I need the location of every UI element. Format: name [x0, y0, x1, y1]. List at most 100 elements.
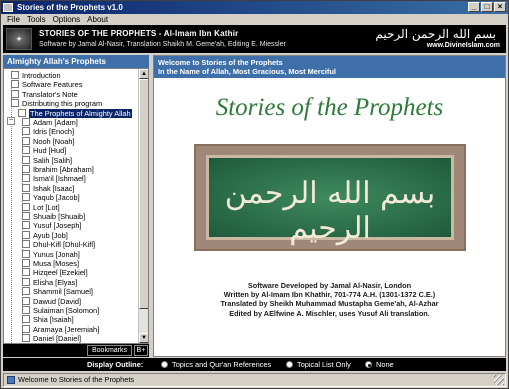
- tree-item-prophets-group[interactable]: The Prophets of Almighty Allah: [18, 108, 132, 118]
- content-panel: Welcome to Stories of the Prophets In th…: [153, 55, 506, 357]
- page-icon: [22, 118, 30, 127]
- calligraphy-panel: بسم الله الرحمن الرحيم: [206, 155, 454, 246]
- tree-item-prophet[interactable]: Yunus [Jonah]: [22, 250, 80, 259]
- menu-about[interactable]: About: [87, 14, 108, 25]
- outline-option-topical-list[interactable]: Topical List Only: [286, 358, 351, 371]
- tree-guide-line: [11, 73, 12, 343]
- tree-item-label: Sulaiman [Solomon]: [33, 306, 100, 315]
- page-icon: [11, 80, 19, 89]
- option-label: Topical List Only: [297, 360, 351, 369]
- add-bookmark-button[interactable]: B+: [134, 345, 148, 356]
- tree-item-prophet[interactable]: Nooh [Noah]: [22, 137, 75, 146]
- tree-item-label: Isma'il [Ishmael]: [33, 174, 86, 184]
- tree-item-prophet[interactable]: Hizqeel [Ezekiel]: [22, 268, 88, 277]
- tree-item-label: Yusuf [Joseph]: [33, 221, 82, 231]
- maximize-button[interactable]: □: [481, 2, 493, 12]
- tree-item-prophet[interactable]: Salih [Salih]: [22, 156, 72, 165]
- tree-item-prophet[interactable]: Ishak [Isaac]: [22, 184, 75, 193]
- page-icon: [22, 287, 30, 296]
- tree-item-prophet[interactable]: Ayub [Job]: [22, 231, 68, 240]
- menu-tools[interactable]: Tools: [27, 14, 46, 25]
- tree-item-prophet[interactable]: Shia [Isaiah]: [22, 315, 74, 324]
- tree-item-prophet[interactable]: Yusuf [Joseph]: [22, 221, 81, 230]
- page-icon: [11, 99, 19, 108]
- page-title: Stories of the Prophets: [215, 94, 444, 121]
- tree-item-intro[interactable]: Software Features: [11, 80, 82, 89]
- tree-item-label: Ishak [Isaac]: [33, 183, 75, 193]
- outline-option-topics-quran[interactable]: Topics and Qur'an References: [161, 358, 271, 371]
- tree-item-label: Translator's Note: [22, 89, 78, 99]
- tree-item-prophet[interactable]: Lot [Lot]: [22, 203, 60, 212]
- app-header: ✦ STORIES OF THE PROPHETS - Al-Imam Ibn …: [3, 25, 506, 53]
- tree-item-prophet[interactable]: Elisha [Elyas]: [22, 278, 77, 287]
- calligraphy-artwork: بسم الله الرحمن الرحيم: [194, 144, 466, 251]
- page-icon: [22, 268, 30, 277]
- credit-line: Edited by AElfwine A. Mischler, uses Yus…: [229, 308, 430, 318]
- menu-options[interactable]: Options: [53, 14, 81, 25]
- sidebar-heading: Almighty Allah's Prophets: [3, 55, 149, 68]
- page-icon: [22, 165, 30, 174]
- credit-line: Translated by Sheikh Muhammad Mustapha G…: [220, 299, 439, 309]
- display-outline-bar: Display Outline: Topics and Qur'an Refer…: [3, 358, 506, 371]
- title-bar[interactable]: Stories of the Prophets v1.0 _ □ ×: [1, 1, 508, 14]
- radio-topical-list[interactable]: [286, 361, 293, 368]
- option-label: None: [376, 360, 394, 369]
- header-website[interactable]: www.DivineIslam.com: [427, 42, 500, 49]
- tree-item-label: Dhul-Kifl [Dhul-Kifl]: [33, 240, 96, 250]
- tree-item-prophet[interactable]: Adam [Adam]: [22, 118, 78, 127]
- outline-option-none[interactable]: None: [365, 358, 394, 371]
- tree-item-label: Hizqeel [Ezekiel]: [33, 268, 88, 278]
- tree-item-intro[interactable]: Distributing this program: [11, 99, 102, 108]
- menu-file[interactable]: File: [7, 14, 20, 25]
- tree-item-label: Elisha [Elyas]: [33, 277, 78, 287]
- collapse-icon[interactable]: −: [7, 117, 15, 125]
- tree-item-label: Salih [Salih]: [33, 155, 73, 165]
- radio-topics-quran[interactable]: [161, 361, 168, 368]
- header-title: STORIES OF THE PROPHETS - Al-Imam Ibn Ka…: [39, 29, 239, 38]
- status-text: Welcome to Stories of the Prophets: [18, 375, 135, 384]
- header-subtitle: Software by Jamal Al-Nasir, Translation …: [39, 41, 286, 48]
- credit-line: Written by Al-Imam Ibn Khathir, 701-774 …: [223, 290, 436, 300]
- tree-item-prophet[interactable]: Idris [Enoch]: [22, 127, 74, 136]
- tree-item-prophet[interactable]: Musa [Moses]: [22, 259, 79, 268]
- book-icon: [18, 108, 26, 117]
- option-label: Topics and Qur'an References: [172, 360, 272, 369]
- scroll-down-icon[interactable]: ▼: [139, 333, 148, 343]
- tree-item-prophet[interactable]: Aramaya [Jeremiah]: [22, 325, 99, 334]
- tree-item-label: The Prophets of Almighty Allah: [29, 108, 132, 118]
- scroll-up-icon[interactable]: ▲: [139, 69, 148, 79]
- tree-item-prophet[interactable]: Dawud [David]: [22, 297, 81, 306]
- tree-item-label: Ibrahim [Abraham]: [33, 165, 94, 174]
- tree-item-prophet[interactable]: Shammil [Samuel]: [22, 287, 93, 296]
- scroll-thumb[interactable]: [139, 79, 148, 309]
- tree-item-prophet[interactable]: Shuaib [Shuaib]: [22, 212, 85, 221]
- page-icon: [22, 212, 30, 221]
- tree-item-prophet[interactable]: Hud [Hud]: [22, 146, 66, 155]
- tree-item-prophet[interactable]: Sulaiman [Solomon]: [22, 306, 99, 315]
- tree-item-prophet[interactable]: Ibrahim [Abraham]: [22, 165, 94, 174]
- close-button[interactable]: ×: [494, 2, 506, 12]
- display-outline-label: Display Outline:: [87, 360, 144, 369]
- radio-none[interactable]: [365, 361, 372, 368]
- tree-item-prophet[interactable]: Daniel [Daniel]: [22, 334, 81, 343]
- tree-item-intro[interactable]: Translator's Note: [11, 90, 78, 99]
- resize-grip-icon[interactable]: [494, 375, 504, 385]
- tree-item-label: Musa [Moses]: [33, 259, 80, 268]
- sidebar: Almighty Allah's Prophets − ▲ ▼ Introduc…: [3, 55, 149, 357]
- tree-item-prophet[interactable]: Dhul-Kifl [Dhul-Kifl]: [22, 240, 95, 249]
- page-icon: [22, 334, 30, 343]
- tree-item-prophet[interactable]: Yaqub [Jacob]: [22, 193, 80, 202]
- window-controls: _ □ ×: [468, 2, 506, 12]
- tree-item-label: Introduction: [22, 71, 61, 80]
- page-icon: [22, 155, 30, 164]
- tree-item-label: Adam [Adam]: [33, 118, 78, 127]
- minimize-button[interactable]: _: [468, 2, 480, 12]
- app-icon[interactable]: [3, 3, 13, 12]
- tree-item-label: Lot [Lot]: [33, 202, 60, 212]
- prophet-tree[interactable]: − ▲ ▼ Introduction Software Features Trans…: [3, 68, 149, 344]
- tree-item-intro[interactable]: Introduction: [11, 71, 61, 80]
- tree-item-label: Daniel [Daniel]: [33, 334, 82, 344]
- tree-item-prophet[interactable]: Isma'il [Ishmael]: [22, 174, 86, 183]
- bookmarks-button[interactable]: Bookmarks: [87, 345, 132, 356]
- tree-scrollbar[interactable]: ▲ ▼: [138, 69, 148, 343]
